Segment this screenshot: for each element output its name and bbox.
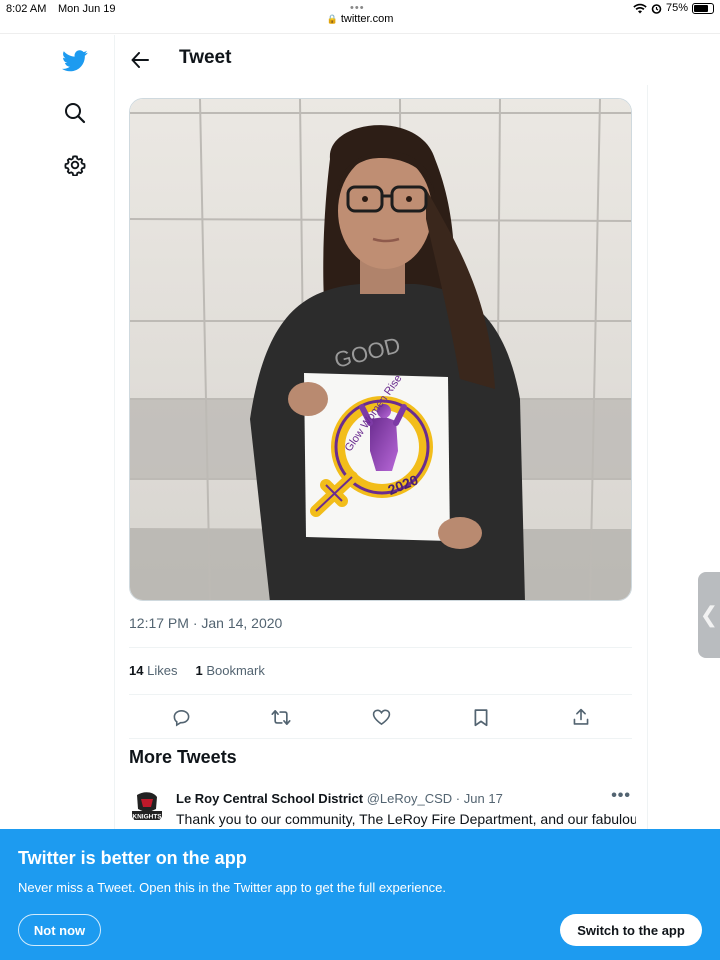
related-tweet-header: Le Roy Central School District @LeRoy_CS… [176, 791, 503, 806]
likes-count: 14 [129, 663, 144, 678]
page-title: Tweet [179, 47, 232, 68]
more-tweets-heading: More Tweets [129, 747, 237, 767]
left-nav [0, 35, 115, 960]
reply-icon[interactable] [169, 705, 193, 729]
battery-icon [692, 2, 714, 14]
author-handle[interactable]: @LeRoy_CSD [367, 791, 452, 806]
bookmarks-label: Bookmark [206, 663, 265, 678]
bookmark-icon[interactable] [469, 705, 493, 729]
status-indicators: 75% [633, 2, 714, 14]
divider [129, 647, 632, 648]
twitter-bird-icon[interactable] [61, 47, 89, 75]
likes-label: Likes [147, 663, 178, 678]
battery-fill [694, 4, 708, 12]
app-banner: Twitter is better on the app Never miss … [0, 829, 720, 960]
avatar[interactable]: KNIGHTS [129, 789, 165, 825]
wifi-icon [633, 3, 647, 13]
settings-gear-icon[interactable] [61, 151, 89, 179]
battery-percent: 75% [665, 2, 688, 14]
tweet-actions [129, 703, 632, 731]
divider [129, 738, 632, 739]
related-tweet-text[interactable]: Thank you to our community, The LeRoy Fi… [176, 811, 636, 827]
retweet-icon[interactable] [269, 705, 293, 729]
lock-icon: 🔒 [326, 14, 338, 24]
bookmarks-stat[interactable]: 1 Bookmark [195, 663, 264, 678]
url-text: twitter.com [340, 13, 394, 25]
alarm-icon [651, 3, 662, 14]
bookmarks-count: 1 [195, 663, 203, 678]
back-arrow-icon[interactable] [127, 47, 153, 73]
banner-title: Twitter is better on the app [18, 848, 247, 868]
search-icon[interactable] [61, 99, 89, 127]
tweet-date[interactable]: Jun 17 [464, 791, 503, 806]
more-options-icon[interactable]: ••• [611, 787, 631, 805]
switch-to-app-button[interactable]: Switch to the app [560, 914, 702, 946]
separator-dot: · [455, 791, 461, 806]
more-dots-icon[interactable]: ••• [350, 3, 365, 14]
tweet-stats: 14 Likes 1 Bookmark [129, 663, 265, 678]
main-column: Tweet GOOD Glow Women Rise 2020 12:17 PM… [115, 35, 648, 960]
tweet-photo-image: GOOD Glow Women Rise 2020 [130, 99, 631, 600]
chevron-left-icon: ❮ [699, 602, 719, 627]
not-now-button[interactable]: Not now [18, 914, 101, 946]
tweet-timestamp[interactable]: 12:17 PM · Jan 14, 2020 [129, 615, 282, 631]
author-name[interactable]: Le Roy Central School District [176, 791, 363, 806]
avatar-text: KNIGHTS [132, 814, 162, 821]
address-bar[interactable]: 🔒 twitter.com [0, 13, 720, 25]
like-heart-icon[interactable] [369, 705, 393, 729]
tweet-header: Tweet [115, 35, 648, 85]
banner-subtitle: Never miss a Tweet. Open this in the Twi… [18, 880, 447, 895]
tweet-photo[interactable]: GOOD Glow Women Rise 2020 [129, 98, 632, 601]
share-icon[interactable] [569, 705, 593, 729]
likes-stat[interactable]: 14 Likes [129, 663, 177, 678]
divider [129, 694, 632, 695]
side-panel-handle[interactable]: ❮ [698, 572, 720, 658]
status-bar: 8:02 AM Mon Jun 19 ••• 🔒 twitter.com 75% [0, 0, 720, 34]
